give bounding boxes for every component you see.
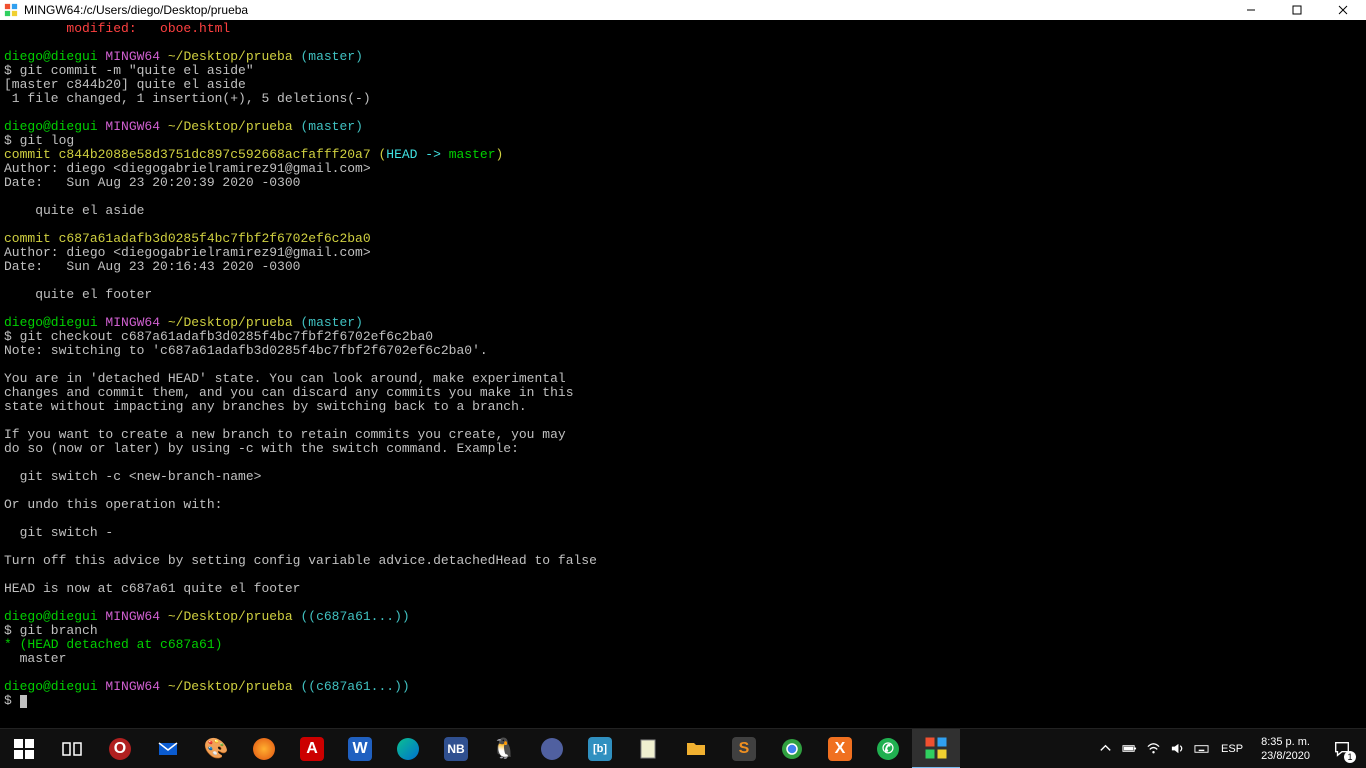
terminal-line (4, 484, 1362, 498)
tray-wifi-icon[interactable] (1143, 729, 1163, 768)
terminal-line (4, 414, 1362, 428)
tray-battery-icon[interactable] (1119, 729, 1139, 768)
terminal-line: quite el footer (4, 288, 1362, 302)
terminal-line (4, 568, 1362, 582)
taskbar-app-brackets[interactable]: [b] (576, 729, 624, 768)
terminal-line (4, 512, 1362, 526)
taskbar-app-tux[interactable]: 🐧 (480, 729, 528, 768)
terminal-line: [master c844b20] quite el aside (4, 78, 1362, 92)
taskbar-app-edge[interactable] (384, 729, 432, 768)
taskbar-app-notepad[interactable] (624, 729, 672, 768)
close-button[interactable] (1320, 0, 1366, 20)
tray-language[interactable]: ESP (1215, 743, 1249, 755)
terminal-line: git switch -c <new-branch-name> (4, 470, 1362, 484)
taskbar-app-opera[interactable]: O (96, 729, 144, 768)
terminal-line (4, 190, 1362, 204)
terminal-line (4, 358, 1362, 372)
terminal-line (4, 596, 1362, 610)
taskbar-right: ESP 8:35 p. m. 23/8/2020 1 (1095, 729, 1366, 768)
terminal-line: commit c844b2088e58d3751dc897c592668acfa… (4, 148, 1362, 162)
terminal-line: diego@diegui MINGW64 ~/Desktop/prueba (m… (4, 316, 1362, 330)
terminal-line: $ git branch (4, 624, 1362, 638)
terminal-line: * (HEAD detached at c687a61) (4, 638, 1362, 652)
terminal-line: $ git commit -m "quite el aside" (4, 64, 1362, 78)
terminal-line: $ git checkout c687a61adafb3d0285f4bc7fb… (4, 330, 1362, 344)
terminal-line: diego@diegui MINGW64 ~/Desktop/prueba ((… (4, 680, 1362, 694)
terminal-line: state without impacting any branches by … (4, 400, 1362, 414)
taskbar-app-word[interactable]: W (336, 729, 384, 768)
terminal-line (4, 106, 1362, 120)
terminal-line: You are in 'detached HEAD' state. You ca… (4, 372, 1362, 386)
terminal-line: Date: Sun Aug 23 20:16:43 2020 -0300 (4, 260, 1362, 274)
titlebar-controls (1228, 0, 1366, 20)
tray-notifications-icon[interactable]: 1 (1322, 729, 1362, 768)
maximize-button[interactable] (1274, 0, 1320, 20)
terminal-line (4, 36, 1362, 50)
terminal-line: Turn off this advice by setting config v… (4, 554, 1362, 568)
app-icon (4, 3, 18, 17)
taskbar-app-sublime[interactable]: S (720, 729, 768, 768)
terminal-line (4, 540, 1362, 554)
terminal-line (4, 302, 1362, 316)
titlebar-left: MINGW64:/c/Users/diego/Desktop/prueba (0, 3, 248, 17)
terminal-line: diego@diegui MINGW64 ~/Desktop/prueba (m… (4, 120, 1362, 134)
window-title: MINGW64:/c/Users/diego/Desktop/prueba (24, 3, 248, 17)
tray-volume-icon[interactable] (1167, 729, 1187, 768)
minimize-button[interactable] (1228, 0, 1274, 20)
titlebar[interactable]: MINGW64:/c/Users/diego/Desktop/prueba (0, 0, 1366, 20)
taskbar-app-xampp[interactable]: X (816, 729, 864, 768)
tray-date: 23/8/2020 (1261, 749, 1310, 763)
notif-badge: 1 (1344, 751, 1356, 763)
terminal-line: do so (now or later) by using -c with th… (4, 442, 1362, 456)
taskbar-app-explorer[interactable] (672, 729, 720, 768)
terminal-line: quite el aside (4, 204, 1362, 218)
terminal-line: 1 file changed, 1 insertion(+), 5 deleti… (4, 92, 1362, 106)
tray-keyboard-icon[interactable] (1191, 729, 1211, 768)
terminal-line: diego@diegui MINGW64 ~/Desktop/prueba (m… (4, 50, 1362, 64)
taskbar-app-whatsapp[interactable]: ✆ (864, 729, 912, 768)
terminal-line: Author: diego <diegogabrielramirez91@gma… (4, 162, 1362, 176)
terminal-line: $ (4, 694, 1362, 708)
taskbar-app-chrome[interactable] (768, 729, 816, 768)
terminal-line: Note: switching to 'c687a61adafb3d0285f4… (4, 344, 1362, 358)
terminal-line: $ git log (4, 134, 1362, 148)
terminal-line (4, 456, 1362, 470)
taskbar-app-discord[interactable] (528, 729, 576, 768)
terminal-line: commit c687a61adafb3d0285f4bc7fbf2f6702e… (4, 232, 1362, 246)
tray-clock[interactable]: 8:35 p. m. 23/8/2020 (1253, 735, 1318, 763)
taskbar-app-acrobat[interactable]: A (288, 729, 336, 768)
taskbar-app-netbeans[interactable]: NB (432, 729, 480, 768)
task-view-button[interactable] (48, 729, 96, 768)
terminal-line (4, 274, 1362, 288)
taskbar-app-mintty[interactable] (912, 729, 960, 768)
taskbar-app-firefox[interactable] (240, 729, 288, 768)
terminal-line: changes and commit them, and you can dis… (4, 386, 1362, 400)
terminal-line: If you want to create a new branch to re… (4, 428, 1362, 442)
app-window: MINGW64:/c/Users/diego/Desktop/prueba mo… (0, 0, 1366, 768)
tray-chevron-up-icon[interactable] (1095, 729, 1115, 768)
terminal-line: HEAD is now at c687a61 quite el footer (4, 582, 1362, 596)
terminal-line (4, 666, 1362, 680)
terminal-line: diego@diegui MINGW64 ~/Desktop/prueba ((… (4, 610, 1362, 624)
taskbar: O 🎨 A W NB 🐧 [b] S X ✆ (0, 728, 1366, 768)
terminal-output[interactable]: modified: oboe.html diego@diegui MINGW64… (0, 20, 1366, 728)
taskbar-app-paint[interactable]: 🎨 (192, 729, 240, 768)
taskbar-left: O 🎨 A W NB 🐧 [b] S X ✆ (0, 729, 960, 768)
terminal-line: Or undo this operation with: (4, 498, 1362, 512)
terminal-cursor (20, 695, 27, 708)
terminal-line: Author: diego <diegogabrielramirez91@gma… (4, 246, 1362, 260)
terminal-line: master (4, 652, 1362, 666)
start-button[interactable] (0, 729, 48, 768)
terminal-line: Date: Sun Aug 23 20:20:39 2020 -0300 (4, 176, 1362, 190)
tray-time: 8:35 p. m. (1261, 735, 1310, 749)
taskbar-app-mail[interactable] (144, 729, 192, 768)
terminal-line: modified: oboe.html (4, 22, 1362, 36)
terminal-line: git switch - (4, 526, 1362, 540)
terminal-line (4, 218, 1362, 232)
